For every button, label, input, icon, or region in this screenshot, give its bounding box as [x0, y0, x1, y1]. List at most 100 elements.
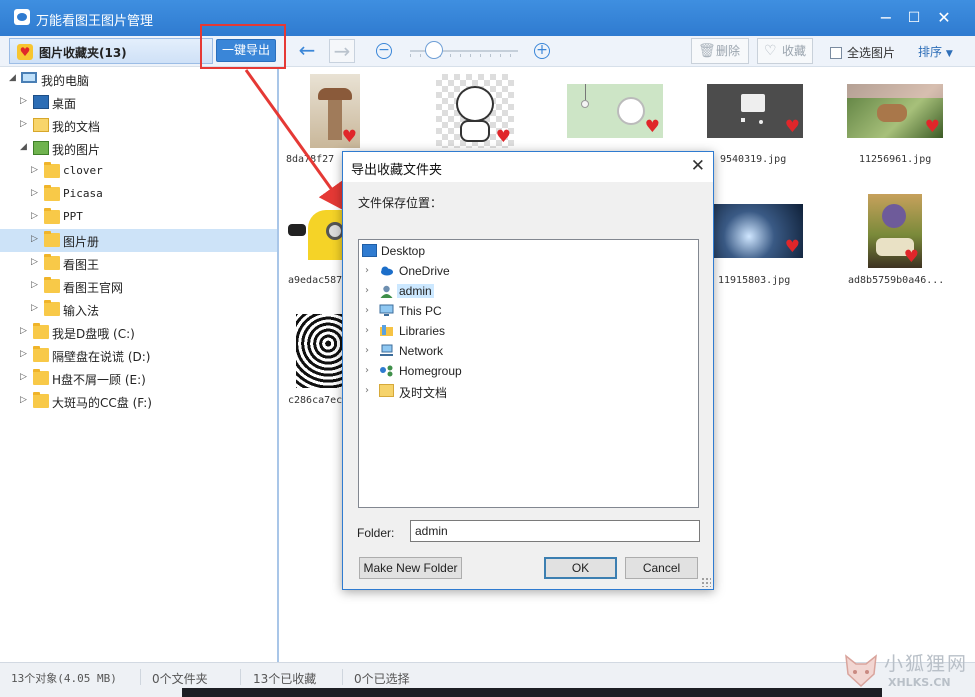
collapse-arrow-icon[interactable]: ◢ [20, 142, 30, 152]
tree-item-label: OneDrive [399, 264, 450, 278]
tree-item-onedrive[interactable]: › OneDrive [359, 261, 698, 281]
folder-icon [44, 185, 60, 201]
expand-arrow-icon[interactable]: › [365, 325, 375, 336]
delete-button[interactable]: 🗑 删除 [691, 38, 749, 64]
minimize-button[interactable]: − [876, 8, 896, 28]
tree-item-label: This PC [399, 304, 442, 318]
expand-arrow-icon[interactable]: ▷ [31, 280, 41, 290]
back-arrow-icon[interactable]: ← [294, 39, 320, 63]
tree-item-desktop[interactable]: ▷ 桌面 [0, 91, 277, 114]
tree-item-kantuwang-official[interactable]: ▷ 看图王官网 [0, 275, 277, 298]
tree-item-network[interactable]: › Network [359, 341, 698, 361]
tree-item-kantuwang[interactable]: ▷ 看图王 [0, 252, 277, 275]
zoom-out-icon[interactable]: − [376, 43, 392, 59]
tree-item-libraries[interactable]: › Libraries [359, 321, 698, 341]
documents-icon [33, 118, 49, 132]
favorited-heart-icon: ♥ [341, 127, 357, 147]
resize-grip-icon[interactable] [701, 577, 711, 587]
tree-item-drive-c[interactable]: ▷ 我是D盘哦 (C:) [0, 321, 277, 344]
expand-arrow-icon[interactable]: › [365, 265, 375, 276]
expand-arrow-icon[interactable]: ▷ [20, 349, 30, 359]
thumbnail-image[interactable]: ♥ [868, 194, 922, 268]
computer-icon [379, 304, 394, 317]
tree-item-drive-e[interactable]: ▷ H盘不屑一顾 (E:) [0, 367, 277, 390]
status-divider [240, 669, 241, 685]
thumbnail-image[interactable]: ♥ [310, 74, 360, 148]
tree-item-label: Network [399, 344, 444, 358]
tree-item-label: 图片册 [63, 235, 100, 249]
thumbnail-caption: c286ca7ec [288, 395, 343, 406]
folder-browser-tree[interactable]: Desktop › OneDrive › admin › This PC › L… [358, 239, 699, 508]
tree-item-desktop[interactable]: Desktop [359, 241, 698, 261]
favorited-heart-icon: ♥ [644, 117, 660, 137]
export-highlight-frame [200, 24, 286, 69]
maximize-button[interactable]: ☐ [904, 8, 924, 28]
status-divider [140, 669, 141, 685]
tree-item-label: 及时文档 [399, 386, 448, 400]
folder-name-input[interactable]: admin [410, 520, 700, 542]
tree-item-documents[interactable]: ▷ 我的文档 [0, 114, 277, 137]
favorites-folder-button[interactable]: ♥ 图片收藏夹(13) [9, 38, 213, 64]
expand-arrow-icon[interactable]: › [365, 385, 375, 396]
heart-icon: ♥ [17, 44, 33, 60]
thumbnail-image[interactable] [286, 204, 343, 261]
tree-item-label: clover [63, 164, 103, 177]
expand-arrow-icon[interactable]: › [365, 285, 375, 296]
thumbnail-caption: 9540319.jpg [720, 154, 787, 165]
thumbnail-image[interactable]: ♥ [847, 84, 943, 138]
expand-arrow-icon[interactable]: ▷ [20, 395, 30, 405]
tree-item-pictures[interactable]: ◢ 我的图片 [0, 137, 277, 160]
tree-item-admin[interactable]: › admin [359, 281, 698, 301]
save-location-prompt: 文件保存位置： [358, 196, 443, 210]
expand-arrow-icon[interactable]: ▷ [31, 257, 41, 267]
collapse-arrow-icon[interactable]: ◢ [9, 73, 19, 83]
favorited-heart-icon: ♥ [784, 117, 800, 137]
zoom-in-icon[interactable]: + [534, 43, 550, 59]
ok-button[interactable]: OK [544, 557, 617, 579]
expand-arrow-icon[interactable]: ▷ [20, 326, 30, 336]
taskbar-strip [182, 688, 882, 697]
close-button[interactable]: ✕ [934, 8, 954, 28]
tree-item-ppt[interactable]: ▷ PPT [0, 206, 277, 229]
cancel-button[interactable]: Cancel [625, 557, 698, 579]
tree-item-label: 桌面 [52, 97, 77, 111]
sort-dropdown[interactable]: 排序 ▼ [918, 43, 953, 60]
expand-arrow-icon[interactable]: › [365, 305, 375, 316]
expand-arrow-icon[interactable]: › [365, 365, 375, 376]
expand-arrow-icon[interactable]: ▷ [31, 211, 41, 221]
thumbnail-image[interactable] [296, 314, 342, 388]
trash-icon: 🗑 [698, 43, 716, 59]
zoom-slider-thumb[interactable] [424, 41, 443, 59]
expand-arrow-icon[interactable]: ▷ [31, 234, 41, 244]
thumbnail-image[interactable]: ♥ [707, 84, 803, 138]
tree-item-my-computer[interactable]: ◢ 我的电脑 [0, 68, 277, 91]
expand-arrow-icon[interactable]: › [365, 345, 375, 356]
expand-arrow-icon[interactable]: ▷ [31, 165, 41, 175]
thumbnail-image[interactable]: ♥ [713, 204, 803, 258]
tree-item-this-pc[interactable]: › This PC [359, 301, 698, 321]
tree-item-drive-f[interactable]: ▷ 大斑马的CC盘 (F:) [0, 390, 277, 413]
tree-item-drive-d[interactable]: ▷ 隔壁盘在说谎 (D:) [0, 344, 277, 367]
heart-outline-icon: ♡ [764, 43, 777, 59]
tree-item-picasa[interactable]: ▷ Picasa [0, 183, 277, 206]
make-new-folder-button[interactable]: Make New Folder [359, 557, 462, 579]
tree-item-label: 我的文档 [52, 120, 101, 134]
forward-arrow-icon[interactable]: → [329, 39, 355, 63]
favorite-button[interactable]: ♡ 收藏 [757, 38, 813, 64]
tree-item-homegroup[interactable]: › Homegroup [359, 361, 698, 381]
tree-item-clover[interactable]: ▷ clover [0, 160, 277, 183]
tree-item-label: Libraries [399, 324, 446, 338]
select-all-checkbox[interactable]: 全选图片 [830, 44, 895, 61]
expand-arrow-icon[interactable]: ▷ [20, 119, 30, 129]
tree-item-input-method[interactable]: ▷ 输入法 [0, 298, 277, 321]
thumbnail-image[interactable]: ♥ [567, 84, 663, 138]
expand-arrow-icon[interactable]: ▷ [20, 96, 30, 106]
dialog-close-button[interactable]: ✕ [691, 156, 705, 176]
tree-item-docs-folder[interactable]: › 及时文档 [359, 381, 698, 401]
expand-arrow-icon[interactable]: ▷ [31, 303, 41, 313]
tree-item-album[interactable]: ▷ 图片册 [0, 229, 277, 252]
watermark-url: XHLKS.CN [888, 676, 951, 689]
thumbnail-image[interactable]: ♥ [436, 74, 514, 148]
expand-arrow-icon[interactable]: ▷ [20, 372, 30, 382]
expand-arrow-icon[interactable]: ▷ [31, 188, 41, 198]
